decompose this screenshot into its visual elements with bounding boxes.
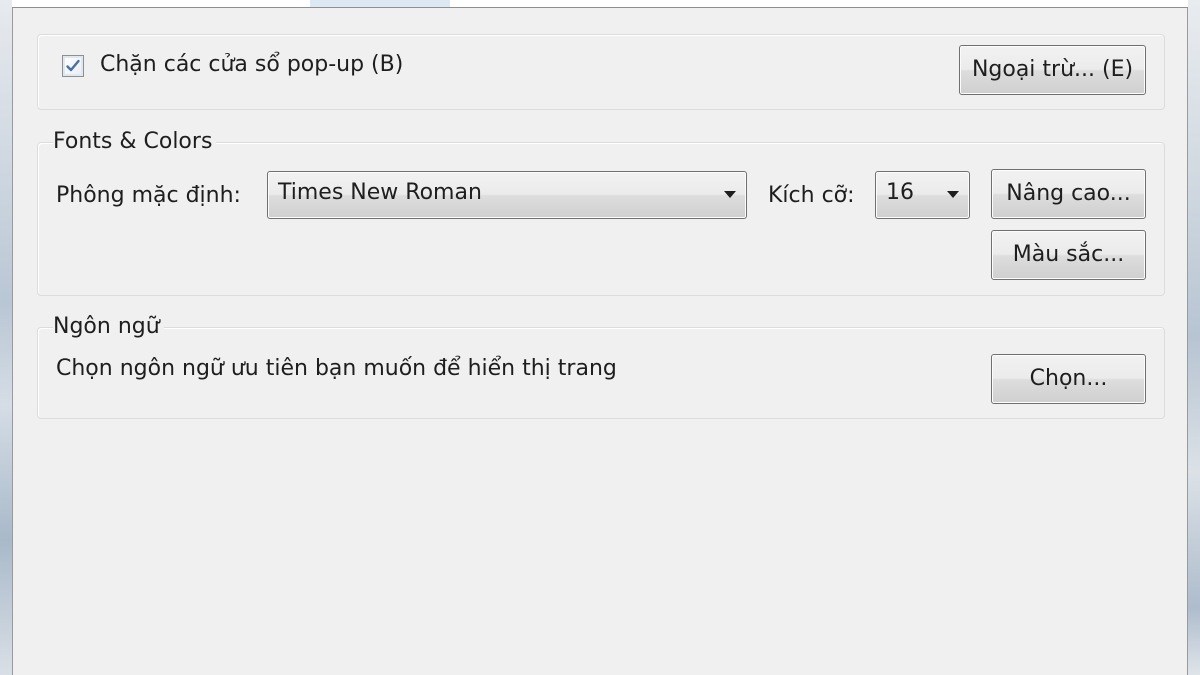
choose-language-button-label: Chọn... [1029,366,1108,391]
tab-selected[interactable] [310,0,450,7]
desktop-edge-left [0,0,12,675]
tab-strip [12,0,1188,8]
language-group: Chọn ngôn ngữ ưu tiên bạn muốn để hiển t… [37,327,1165,419]
fonts-colors-title: Fonts & Colors [53,129,217,154]
advanced-button[interactable]: Nâng cao... [991,169,1146,219]
checkmark-icon [66,59,80,72]
popup-group: Chặn các cửa sổ pop-up (B) Ngoại trừ... … [37,34,1165,110]
block-popups-checkbox[interactable] [62,55,84,77]
default-font-value: Times New Roman [278,180,482,205]
font-size-label: Kích cỡ: [768,183,855,208]
chevron-down-icon [947,191,959,198]
choose-language-button[interactable]: Chọn... [991,354,1146,404]
desktop-edge-right [1188,0,1200,675]
font-size-select[interactable]: 16 [875,171,970,219]
font-size-value: 16 [886,180,914,205]
colors-button[interactable]: Màu sắc... [991,230,1146,280]
exceptions-button[interactable]: Ngoại trừ... (E) [959,45,1146,95]
exceptions-button-label: Ngoại trừ... (E) [971,57,1134,82]
colors-button-label: Màu sắc... [1012,242,1125,267]
language-description: Chọn ngôn ngữ ưu tiên bạn muốn để hiển t… [56,356,617,381]
block-popups-label[interactable]: Chặn các cửa sổ pop-up (B) [100,52,403,77]
default-font-label: Phông mặc định: [56,183,241,208]
chevron-down-icon [724,191,736,198]
advanced-button-label: Nâng cao... [1006,181,1131,206]
fonts-colors-group: Phông mặc định: Times New Roman Kích cỡ:… [37,142,1165,296]
options-dialog: Chặn các cửa sổ pop-up (B) Ngoại trừ... … [12,8,1188,675]
language-title: Ngôn ngữ [53,314,164,339]
default-font-select[interactable]: Times New Roman [267,171,747,219]
